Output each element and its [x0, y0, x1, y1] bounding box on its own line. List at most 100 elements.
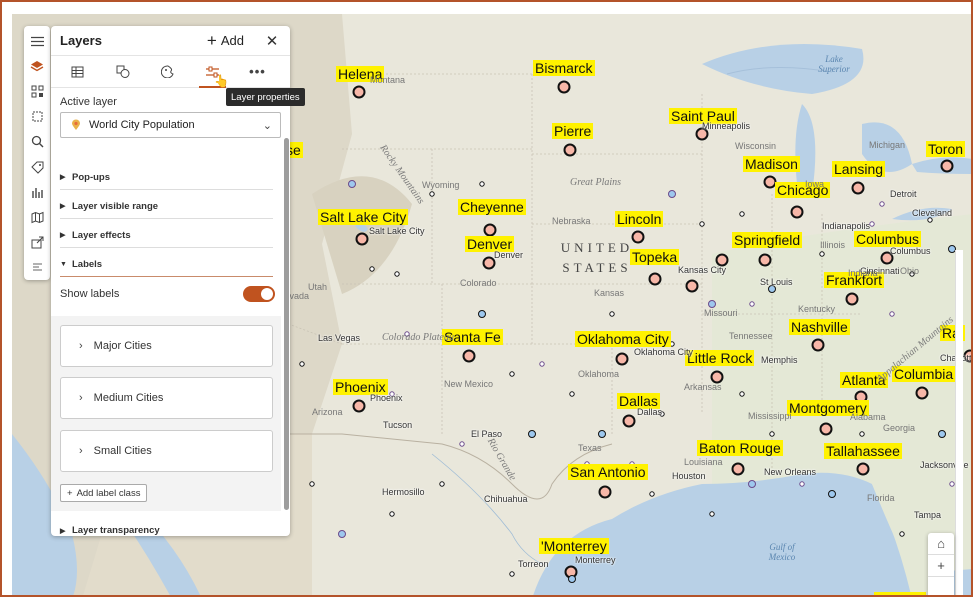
small-city-point[interactable] — [938, 430, 946, 438]
city-point[interactable] — [462, 349, 476, 363]
city-point[interactable] — [915, 386, 929, 400]
small-city-point[interactable] — [394, 271, 400, 277]
small-city-point[interactable] — [299, 361, 305, 367]
small-city-point[interactable] — [509, 571, 515, 577]
style-icon[interactable] — [145, 56, 190, 88]
small-city-point[interactable] — [609, 311, 615, 317]
section-transparency[interactable]: ▶ Layer transparency — [60, 518, 273, 536]
section-effects[interactable]: ▶ Layer effects — [60, 223, 273, 248]
city-point[interactable] — [819, 422, 833, 436]
shapes-icon[interactable] — [100, 56, 145, 88]
city-point[interactable] — [715, 253, 729, 267]
tag-icon[interactable] — [24, 154, 50, 179]
city-point[interactable] — [856, 462, 870, 476]
chart-icon[interactable] — [24, 180, 50, 205]
small-city-point[interactable] — [369, 266, 375, 272]
panel-scrollbar[interactable] — [284, 138, 289, 510]
active-layer-select[interactable]: World City Population ⌄ — [60, 112, 281, 138]
city-point[interactable] — [615, 352, 629, 366]
city-point[interactable] — [648, 272, 662, 286]
small-city-point[interactable] — [828, 490, 836, 498]
city-point[interactable] — [352, 85, 366, 99]
small-city-point[interactable] — [389, 511, 395, 517]
search-icon[interactable] — [24, 129, 50, 154]
legend-icon[interactable] — [24, 79, 50, 104]
small-city-point[interactable] — [338, 530, 346, 538]
city-point[interactable] — [483, 223, 497, 237]
small-city-point[interactable] — [699, 221, 705, 227]
table-icon[interactable] — [55, 56, 100, 88]
small-city-point[interactable] — [708, 300, 716, 308]
share-icon[interactable] — [24, 230, 50, 255]
place-label: Monterrey — [575, 555, 616, 565]
small-city-point[interactable] — [348, 180, 356, 188]
city-point[interactable] — [731, 462, 745, 476]
small-city-point[interactable] — [568, 575, 576, 583]
section-popups[interactable]: ▶ Pop-ups — [60, 165, 273, 190]
close-icon[interactable]: ✕ — [260, 32, 284, 50]
small-city-point[interactable] — [439, 481, 445, 487]
small-city-point[interactable] — [668, 190, 676, 198]
city-point[interactable] — [482, 256, 496, 270]
region-label: Wyoming — [422, 180, 460, 190]
small-city-point[interactable] — [598, 430, 606, 438]
small-city-point[interactable] — [879, 201, 885, 207]
city-point[interactable] — [598, 485, 612, 499]
small-city-point[interactable] — [429, 191, 435, 197]
basemap-icon[interactable] — [24, 205, 50, 230]
add-label-class-button[interactable]: + Add label class — [60, 484, 148, 502]
label-class-medium[interactable]: › Medium Cities — [60, 377, 273, 419]
small-city-point[interactable] — [739, 391, 745, 397]
city-point[interactable] — [790, 205, 804, 219]
small-city-point[interactable] — [309, 481, 315, 487]
city-point[interactable] — [563, 143, 577, 157]
small-city-point[interactable] — [869, 221, 875, 227]
small-city-point[interactable] — [899, 531, 905, 537]
small-city-point[interactable] — [819, 251, 825, 257]
small-city-point[interactable] — [799, 481, 805, 487]
city-point[interactable] — [940, 159, 954, 173]
collapse-icon[interactable] — [24, 255, 50, 280]
home-icon[interactable]: ⌂ — [928, 533, 954, 555]
small-city-point[interactable] — [459, 441, 465, 447]
small-city-point[interactable] — [769, 431, 775, 437]
small-city-point[interactable] — [479, 181, 485, 187]
select-icon[interactable] — [24, 104, 50, 129]
small-city-point[interactable] — [889, 311, 895, 317]
small-city-point[interactable] — [859, 431, 865, 437]
city-point[interactable] — [710, 370, 724, 384]
city-point[interactable] — [352, 399, 366, 413]
label-class-major[interactable]: › Major Cities — [60, 325, 273, 367]
small-city-point[interactable] — [539, 361, 545, 367]
zoom-in-button[interactable]: + — [928, 555, 954, 577]
small-city-point[interactable] — [748, 480, 756, 488]
more-icon[interactable]: ••• — [235, 56, 280, 88]
add-button[interactable]: + Add — [207, 32, 244, 49]
small-city-point[interactable] — [749, 301, 755, 307]
section-visible-range[interactable]: ▶ Layer visible range — [60, 194, 273, 219]
menu-icon[interactable] — [24, 29, 50, 54]
city-point[interactable] — [851, 181, 865, 195]
city-point[interactable] — [763, 175, 777, 189]
small-city-point[interactable] — [949, 481, 955, 487]
label-class-name: Small Cities — [93, 445, 152, 457]
layers-icon[interactable] — [24, 54, 50, 79]
city-point[interactable] — [622, 414, 636, 428]
city-point[interactable] — [811, 338, 825, 352]
show-labels-toggle[interactable] — [243, 286, 275, 302]
small-city-point[interactable] — [739, 211, 745, 217]
small-city-point[interactable] — [649, 491, 655, 497]
small-city-point[interactable] — [509, 371, 515, 377]
city-point[interactable] — [845, 292, 859, 306]
small-city-point[interactable] — [569, 391, 575, 397]
city-point[interactable] — [557, 80, 571, 94]
label-class-small[interactable]: › Small Cities — [60, 430, 273, 472]
section-labels[interactable]: ▼ Labels — [60, 252, 273, 277]
city-point[interactable] — [355, 232, 369, 246]
small-city-point[interactable] — [927, 217, 933, 223]
city-point[interactable] — [758, 253, 772, 267]
small-city-point[interactable] — [709, 511, 715, 517]
city-point[interactable] — [685, 279, 699, 293]
small-city-point[interactable] — [528, 430, 536, 438]
small-city-point[interactable] — [478, 310, 486, 318]
